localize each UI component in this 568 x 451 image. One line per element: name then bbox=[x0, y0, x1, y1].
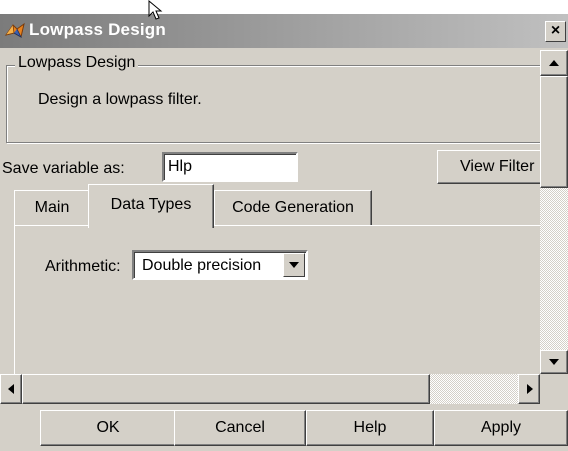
scroll-left-button[interactable] bbox=[0, 374, 22, 404]
apply-button[interactable]: Apply bbox=[434, 410, 568, 446]
scroll-up-button[interactable] bbox=[540, 50, 568, 76]
window-title: Lowpass Design bbox=[29, 20, 166, 39]
groupbox-legend: Lowpass Design bbox=[15, 54, 139, 72]
arrow-right-icon bbox=[527, 384, 533, 394]
tab-main[interactable]: Main bbox=[14, 190, 90, 226]
arrow-left-icon bbox=[8, 384, 14, 394]
arithmetic-label: Arithmetic: bbox=[45, 258, 121, 275]
horizontal-scroll-thumb[interactable] bbox=[22, 374, 430, 404]
scrollbar-corner bbox=[540, 374, 568, 404]
chevron-down-icon bbox=[289, 262, 299, 268]
arithmetic-select-value: Double precision bbox=[142, 257, 262, 274]
scroll-right-button[interactable] bbox=[518, 374, 540, 404]
filter-description: Design a lowpass filter. bbox=[38, 91, 202, 108]
cancel-button[interactable]: Cancel bbox=[174, 410, 306, 446]
dropdown-button[interactable] bbox=[283, 253, 305, 277]
arrow-down-icon bbox=[549, 359, 559, 365]
lowpass-design-dialog: Lowpass Design × Lowpass Design Design a… bbox=[0, 14, 568, 451]
title-bar[interactable]: Lowpass Design × bbox=[0, 14, 568, 48]
save-variable-input[interactable]: Hlp bbox=[162, 152, 298, 182]
tab-code-generation[interactable]: Code Generation bbox=[214, 190, 372, 226]
tab-data-types[interactable]: Data Types bbox=[88, 184, 214, 228]
scroll-down-button[interactable] bbox=[540, 350, 568, 374]
close-button[interactable]: × bbox=[545, 21, 566, 42]
vertical-scroll-thumb[interactable] bbox=[540, 76, 568, 188]
arrow-up-icon bbox=[549, 60, 559, 66]
save-variable-label: Save variable as: bbox=[2, 160, 125, 177]
horizontal-scrollbar[interactable] bbox=[0, 374, 540, 404]
arithmetic-select[interactable]: Double precision bbox=[132, 250, 308, 280]
vertical-scrollbar[interactable] bbox=[540, 50, 568, 390]
help-button[interactable]: Help bbox=[306, 410, 434, 446]
ok-button[interactable]: OK bbox=[40, 410, 176, 446]
matlab-membrane-icon bbox=[4, 22, 25, 39]
mouse-cursor-icon bbox=[148, 0, 163, 20]
